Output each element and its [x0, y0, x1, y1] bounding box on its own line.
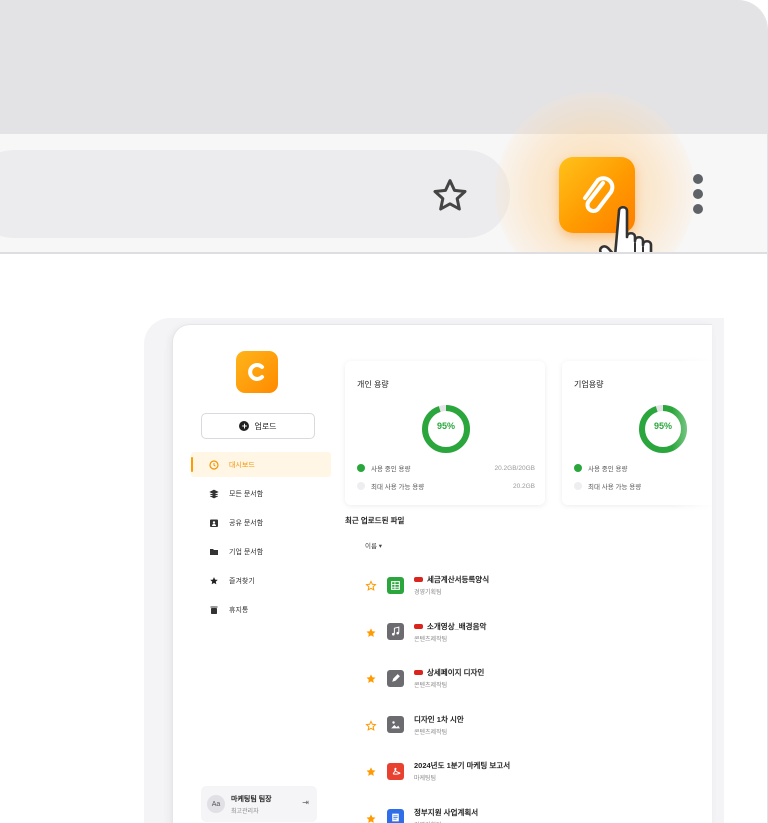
app-preview: + 업로드 대시보드 모든 문서함 공유 문서함 기업 문서함 즐겨찾기 휴지통… — [172, 324, 712, 823]
avatar: Aa — [207, 795, 225, 813]
favorite-star-icon[interactable] — [365, 812, 377, 823]
sort-dropdown[interactable]: 이름 ▾ — [365, 540, 382, 550]
green-dot — [357, 464, 365, 472]
legend-label: 사용 중인 용량 — [588, 466, 628, 473]
sidebar-item-label: 기업 문서함 — [229, 548, 264, 556]
folder-icon — [209, 547, 219, 557]
card-title: 개인 용량 — [357, 380, 389, 389]
shared-folder-icon — [209, 518, 219, 528]
green-dot — [574, 464, 582, 472]
personal-storage-card: 개인 용량 95% 사용 중인 용량 20.2GB/20GB 최대 사용 가능 … — [345, 361, 545, 505]
file-name-text: 디자인 1차 시안 — [414, 714, 464, 724]
legend-max: 최대 사용 가능 용량 20.2GB — [357, 481, 535, 491]
sidebar-item-label: 모든 문서함 — [229, 490, 264, 498]
favorite-star-icon[interactable] — [365, 579, 377, 591]
file-row[interactable]: 디자인 1차 시안콘텐츠제작팀 — [365, 710, 665, 740]
card-title: 기업용량 — [574, 380, 604, 389]
kebab-menu-icon[interactable] — [688, 174, 708, 218]
file-row[interactable]: 상세페이지 디자인콘텐츠제작팀 — [365, 663, 665, 693]
legend-value: 20.2GB/20GB — [494, 464, 535, 472]
sidebar: + 업로드 대시보드 모든 문서함 공유 문서함 기업 문서함 즐겨찾기 휴지통… — [173, 325, 339, 823]
favorite-star-icon[interactable] — [365, 719, 377, 731]
sidebar-nav: 대시보드 모든 문서함 공유 문서함 기업 문서함 즐겨찾기 휴지통 — [191, 452, 331, 626]
upload-button[interactable]: + 업로드 — [201, 413, 315, 439]
upload-label: 업로드 — [254, 421, 277, 431]
clock-icon — [209, 459, 219, 470]
favorite-star-icon[interactable] — [365, 765, 377, 777]
file-name-text: 세금계산서등록양식 — [427, 575, 490, 584]
user-role: 최고관리자 — [231, 808, 259, 815]
user-name: 마케팅팀 팀장 — [231, 795, 272, 803]
favorite-star-icon[interactable] — [365, 626, 377, 638]
sidebar-item-label: 즐겨찾기 — [229, 577, 255, 585]
file-name: 세금계산서등록양식 — [414, 574, 489, 585]
sidebar-item-label: 공유 문서함 — [229, 519, 264, 527]
file-name: 소개영상_배경음악 — [414, 621, 486, 632]
usage-percent: 95% — [436, 421, 455, 431]
logout-icon[interactable]: ⇥ — [302, 798, 309, 807]
sidebar-item-label: 대시보드 — [229, 461, 255, 469]
legend-label: 최대 사용 가능 용량 — [588, 484, 642, 491]
spreadsheet-icon — [387, 576, 404, 594]
gray-dot — [357, 482, 365, 490]
legend-label: 사용 중인 용량 — [371, 466, 411, 473]
sidebar-item-all-docs[interactable]: 모든 문서함 — [191, 481, 331, 506]
favorite-star-icon[interactable] — [365, 672, 377, 684]
pdf-icon — [387, 762, 404, 780]
label-tag-icon — [414, 623, 423, 629]
file-team: 경영기획팀 — [414, 590, 442, 596]
file-row[interactable]: 세금계산서등록양식경영기획팀 — [365, 570, 665, 600]
user-card[interactable]: Aa 마케팅팀 팀장 최고관리자 ⇥ — [201, 786, 317, 822]
file-team: 콘텐츠제작팀 — [414, 729, 448, 736]
file-row[interactable]: 소개영상_배경음악콘텐츠제작팀 — [365, 617, 665, 647]
label-tag-icon — [414, 670, 423, 675]
image-icon — [387, 716, 404, 733]
bookmark-star-icon[interactable] — [427, 173, 473, 219]
browser-window: + 업로드 대시보드 모든 문서함 공유 문서함 기업 문서함 즐겨찾기 휴지통… — [0, 0, 768, 823]
sidebar-item-company-docs[interactable]: 기업 문서함 — [191, 539, 331, 564]
file-row[interactable]: 2024년도 1분기 마케팅 보고서마케팅팀 — [365, 756, 665, 786]
app-logo[interactable] — [236, 351, 278, 393]
legend-label: 최대 사용 가능 용량 — [371, 484, 425, 491]
sidebar-item-trash[interactable]: 휴지통 — [191, 597, 331, 622]
file-team: 콘텐츠제작팀 — [414, 683, 448, 689]
file-name: 정부지원 사업계획서 — [414, 807, 478, 818]
music-icon — [387, 623, 404, 640]
doc-icon — [387, 809, 404, 823]
file-row[interactable]: 정부지원 사업계획서경영기획팀 — [365, 803, 665, 823]
gray-dot — [574, 482, 582, 490]
recent-files-title: 최근 업로드된 파일 — [345, 516, 405, 525]
sidebar-item-favorites[interactable]: 즐겨찾기 — [191, 568, 331, 593]
sidebar-item-dashboard[interactable]: 대시보드 — [191, 452, 331, 477]
pen-icon — [387, 669, 404, 687]
file-team: 경영기획팀 — [414, 820, 478, 823]
layers-icon — [209, 489, 219, 499]
plus-icon: + — [239, 421, 250, 431]
sidebar-item-label: 휴지통 — [229, 606, 249, 614]
legend-value: 20.2GB — [512, 482, 535, 490]
star-icon — [209, 576, 219, 586]
edge-fade — [672, 325, 712, 823]
legend-used: 사용 중인 용량 20.2GB/20GB — [357, 463, 535, 473]
file-name: 상세페이지 디자인 — [414, 667, 484, 678]
file-name-text: 정부지원 사업계획서 — [414, 807, 479, 817]
file-name-text: 소개영상_배경음악 — [427, 621, 487, 631]
file-name-text: 2024년도 1분기 마케팅 보고서 — [414, 761, 511, 770]
caret-down-icon: ▾ — [378, 543, 383, 550]
file-name: 디자인 1차 시안 — [414, 714, 464, 725]
file-team: 콘텐츠제작팀 — [414, 636, 448, 643]
file-team: 마케팅팀 — [414, 776, 437, 782]
sort-label: 이름 — [365, 543, 377, 550]
trash-icon — [209, 605, 219, 615]
file-name: 2024년도 1분기 마케팅 보고서 — [414, 760, 510, 771]
label-tag-icon — [414, 577, 423, 582]
file-name-text: 상세페이지 디자인 — [427, 668, 485, 677]
sidebar-item-shared-docs[interactable]: 공유 문서함 — [191, 510, 331, 535]
